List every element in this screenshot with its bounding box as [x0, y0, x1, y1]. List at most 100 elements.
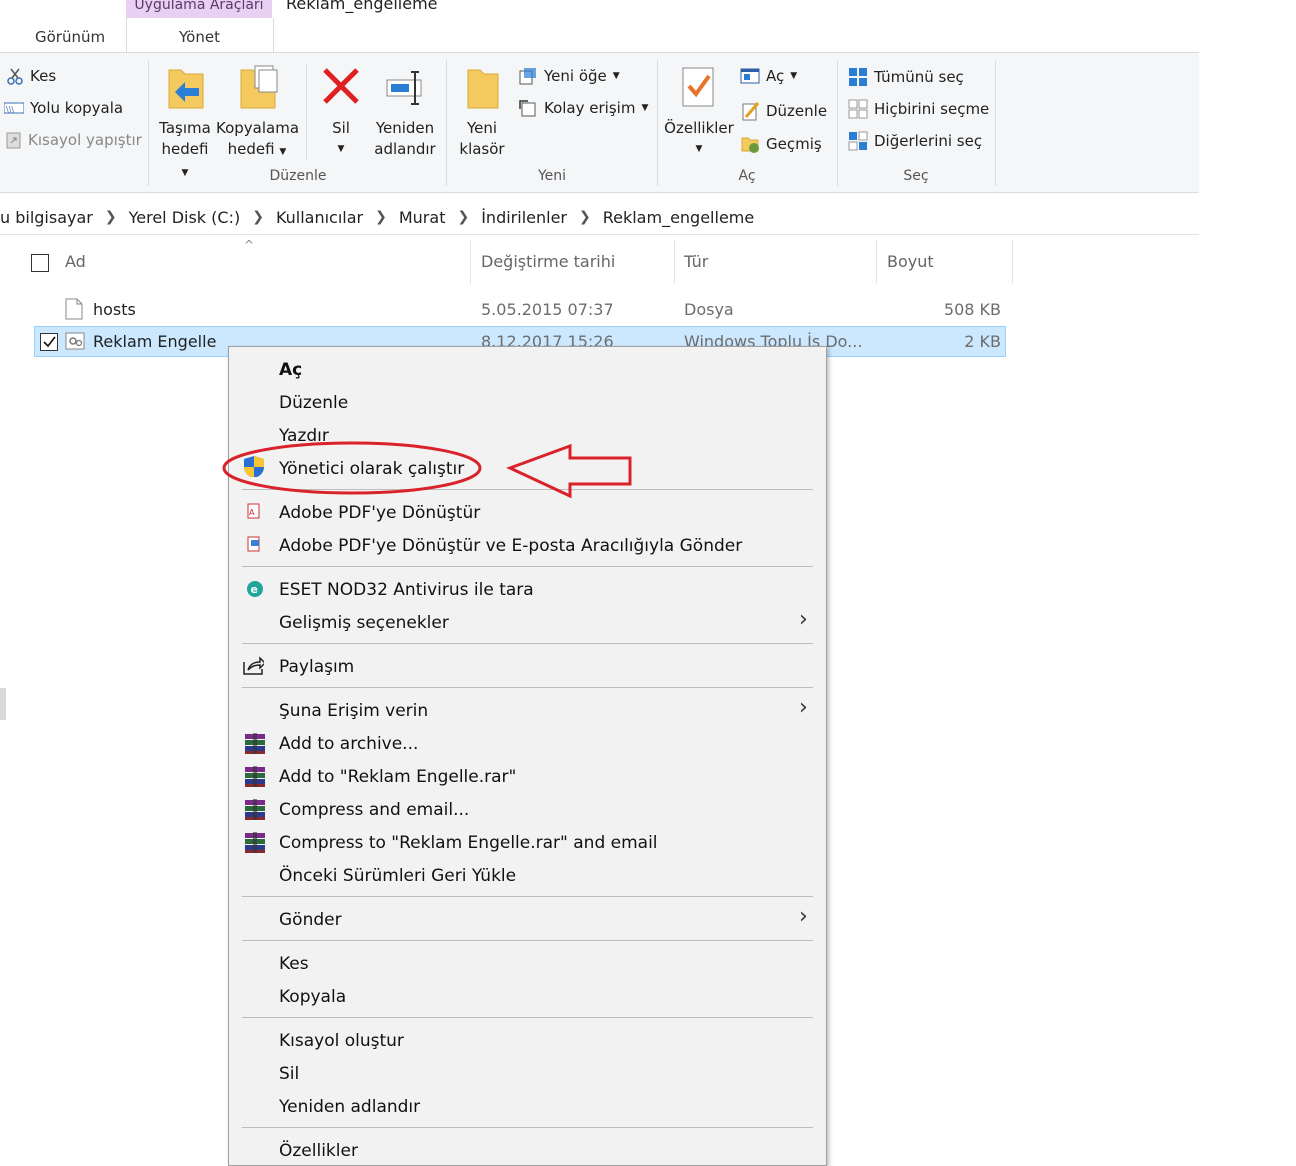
- delete-button[interactable]: Sil ▼: [318, 64, 364, 160]
- easy-access-label: Kolay erişim: [544, 99, 636, 117]
- row-checkbox[interactable]: [40, 333, 58, 351]
- invert-selection-button[interactable]: Diğerlerini seç: [848, 131, 982, 151]
- menu-item-pdf-email[interactable]: Adobe PDF'ye Dönüştür ve E-posta Aracılı…: [279, 536, 742, 556]
- easy-access-button[interactable]: Kolay erişim ▼: [518, 99, 648, 117]
- adobe-pdf-email-icon: [247, 536, 260, 552]
- edit-pencil-icon: [742, 102, 760, 121]
- menu-item-create-shortcut[interactable]: Kısayol oluştur: [279, 1031, 404, 1051]
- rename-button[interactable]: Yeniden adlandır: [372, 64, 438, 160]
- select-none-button[interactable]: Hiçbirini seçme: [848, 99, 989, 119]
- copy-to-label-2: hedefi: [227, 140, 275, 158]
- chevron-right-icon: ❯: [104, 209, 117, 225]
- submenu-arrow-icon: ›: [799, 695, 808, 720]
- properties-check-icon: [682, 67, 714, 107]
- breadcrumb-item[interactable]: Reklam_engelleme: [603, 208, 755, 227]
- easy-access-icon: [519, 100, 536, 117]
- breadcrumb-item[interactable]: u bilgisayar: [0, 208, 93, 227]
- dropdown-caret-icon: ▼: [337, 144, 345, 154]
- menu-item-delete[interactable]: Sil: [279, 1064, 299, 1084]
- checkmark-icon: [43, 336, 56, 348]
- select-all-button[interactable]: Tümünü seç: [848, 67, 964, 87]
- select-all-icon: [849, 68, 867, 86]
- annotation-ellipse: [222, 441, 482, 495]
- invert-selection-icon: [848, 131, 868, 151]
- breadcrumb-item[interactable]: Kullanıcılar: [276, 208, 363, 227]
- select-all-label: Tümünü seç: [874, 68, 964, 86]
- new-folder-label-2: klasör: [459, 140, 505, 158]
- menu-separator: [242, 940, 813, 941]
- dropdown-caret-icon: ▼: [695, 144, 703, 154]
- paste-shortcut-icon: [6, 132, 21, 149]
- copy-to-button[interactable]: Kopyalama hedefi ▼: [216, 64, 299, 163]
- submenu-arrow-icon: ›: [799, 607, 808, 632]
- column-header-date[interactable]: Değiştirme tarihi: [481, 252, 615, 271]
- menu-separator: [242, 1127, 813, 1128]
- divider: [306, 64, 307, 160]
- breadcrumb: u bilgisayar ❯ Yerel Disk (C:) ❯ Kullanıcı…: [0, 200, 1199, 235]
- winrar-icon: [245, 733, 265, 754]
- edit-button[interactable]: Düzenle: [740, 101, 827, 121]
- menu-item-add-rar[interactable]: Add to "Reklam Engelle.rar": [279, 767, 516, 787]
- menu-item-compress-email[interactable]: Compress and email...: [279, 800, 469, 820]
- breadcrumb-item[interactable]: Yerel Disk (C:): [129, 208, 241, 227]
- new-folder-icon: [467, 69, 499, 109]
- breadcrumb-item[interactable]: Murat: [399, 208, 446, 227]
- breadcrumb-item[interactable]: İndirilenler: [481, 208, 567, 227]
- menu-item-cut[interactable]: Kes: [279, 954, 309, 974]
- menu-item-send-to[interactable]: Gönder: [279, 910, 342, 930]
- menu-item-edit[interactable]: Düzenle: [279, 393, 348, 413]
- properties-button[interactable]: Özellikler ▼: [664, 64, 734, 160]
- history-icon: [741, 137, 759, 153]
- column-divider[interactable]: [1012, 240, 1013, 284]
- open-label: Aç: [766, 67, 785, 85]
- menu-item-give-access[interactable]: Şuna Erişim verin: [279, 701, 428, 721]
- new-item-label: Yeni öğe: [544, 67, 607, 85]
- delete-x-icon: [323, 68, 359, 104]
- share-icon: [243, 656, 264, 675]
- menu-item-compress-rar-email[interactable]: Compress to "Reklam Engelle.rar" and ema…: [279, 833, 658, 853]
- properties-label: Özellikler: [664, 119, 734, 137]
- menu-item-add-archive[interactable]: Add to archive...: [279, 734, 418, 754]
- open-window-icon: [740, 68, 760, 84]
- history-button[interactable]: Geçmiş: [740, 134, 822, 154]
- move-to-folder-icon: [168, 69, 204, 109]
- paste-shortcut-button[interactable]: Kısayol yapıştır: [6, 131, 142, 149]
- select-all-checkbox[interactable]: [31, 254, 49, 272]
- cut-button[interactable]: Kes: [6, 67, 56, 85]
- menu-item-rename[interactable]: Yeniden adlandır: [279, 1097, 420, 1117]
- annotation-highlight: [222, 441, 632, 499]
- scissors-icon: [7, 68, 23, 85]
- move-to-label-1: Taşıma: [159, 119, 211, 137]
- winrar-icon: [245, 832, 265, 853]
- new-folder-button[interactable]: Yeni klasör: [458, 64, 506, 160]
- column-header-type[interactable]: Tür: [684, 252, 708, 271]
- annotation-arrow: [506, 443, 632, 499]
- menu-item-share[interactable]: Paylaşım: [279, 657, 354, 677]
- column-header-name[interactable]: Ad: [65, 252, 86, 271]
- copy-to-folder-icon: [240, 65, 278, 109]
- nav-scroll-thumb[interactable]: [0, 688, 6, 720]
- menu-item-copy[interactable]: Kopyala: [279, 987, 346, 1007]
- select-none-icon: [848, 99, 868, 119]
- batch-file-gear-icon: [65, 332, 85, 350]
- column-divider[interactable]: [674, 240, 675, 284]
- file-size: 508 KB: [943, 300, 1001, 319]
- new-item-button[interactable]: Yeni öğe ▼: [518, 67, 620, 85]
- group-divider: [148, 60, 149, 186]
- menu-item-open[interactable]: Aç: [279, 360, 302, 380]
- tab-manage[interactable]: Yönet: [179, 28, 220, 46]
- menu-item-eset-scan[interactable]: ESET NOD32 Antivirus ile tara: [279, 580, 534, 600]
- svg-text:\\\: \\\: [6, 105, 14, 114]
- winrar-icon: [245, 799, 265, 820]
- column-header-size[interactable]: Boyut: [887, 252, 934, 271]
- column-divider[interactable]: [470, 240, 471, 284]
- menu-item-restore-versions[interactable]: Önceki Sürümleri Geri Yükle: [279, 866, 516, 886]
- tab-view[interactable]: Görünüm: [35, 28, 105, 46]
- menu-item-properties[interactable]: Özellikler: [279, 1141, 358, 1161]
- menu-item-advanced[interactable]: Gelişmiş seçenekler: [279, 613, 449, 633]
- move-to-button[interactable]: Taşıma hedefi ▼: [156, 64, 214, 184]
- open-button[interactable]: Aç ▼: [740, 67, 797, 85]
- copy-path-button[interactable]: \\\ Yolu kopyala: [4, 99, 123, 117]
- column-divider[interactable]: [876, 240, 877, 284]
- file-icon: [65, 298, 83, 320]
